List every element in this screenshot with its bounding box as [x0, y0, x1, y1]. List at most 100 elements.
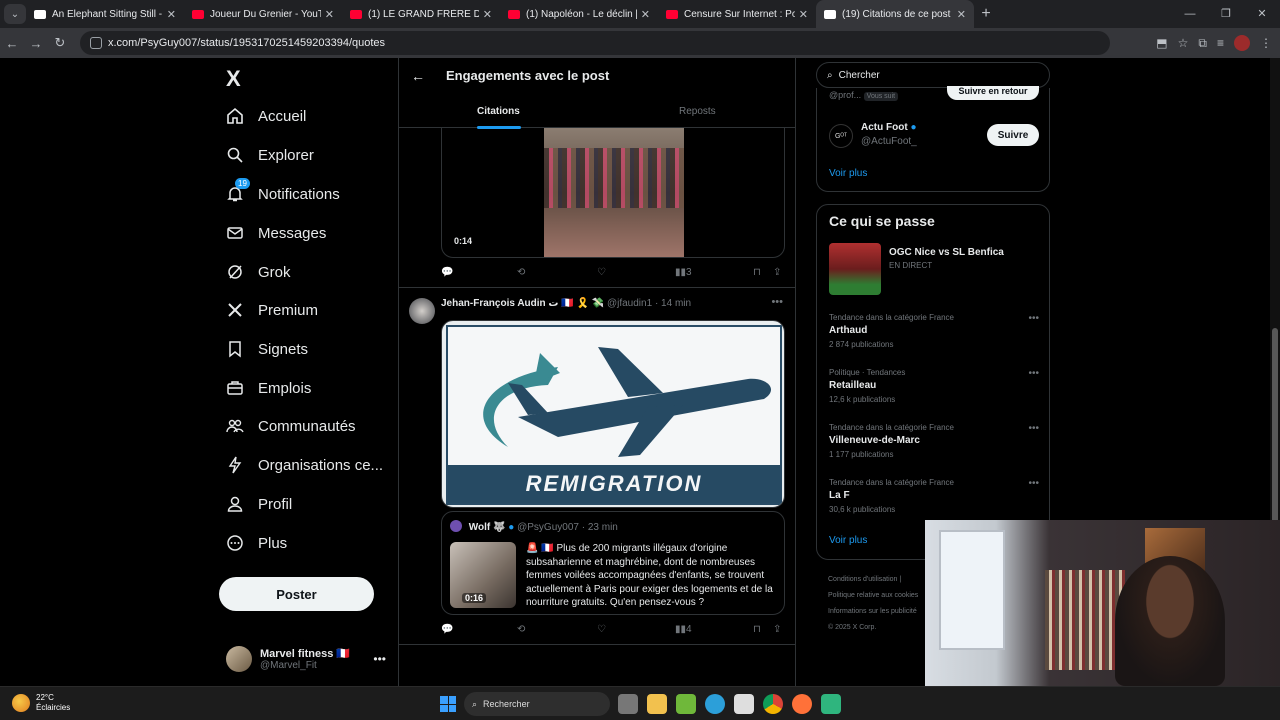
start-button[interactable] — [440, 696, 456, 712]
tweet2-image[interactable]: REMIGRATION — [441, 320, 785, 508]
post-button[interactable]: Poster — [219, 577, 374, 611]
footer-link[interactable]: Conditions d'utilisation | — [828, 572, 918, 588]
x-logo[interactable]: X — [226, 66, 241, 92]
site-info-icon[interactable] — [90, 37, 102, 49]
follow-button[interactable]: Suivre — [987, 124, 1039, 146]
profile-avatar[interactable] — [1234, 35, 1250, 51]
tweet1-video[interactable]: 0:14 — [441, 128, 785, 258]
back-icon[interactable]: ← — [0, 36, 24, 51]
nav-item-communities[interactable]: Communautés — [226, 411, 356, 441]
nav-item-grok[interactable]: Grok — [226, 257, 291, 287]
browser-tab[interactable]: Censure Sur Internet : Pourquo ✕ — [658, 0, 816, 28]
trend-more-icon[interactable]: ••• — [1028, 313, 1039, 324]
extensions-icon[interactable]: ⧉ — [1198, 36, 1207, 51]
nvidia-icon[interactable] — [676, 694, 696, 714]
tab-search-button[interactable]: ⌄ — [4, 4, 26, 24]
bookmark-icon[interactable]: ⊓ — [753, 624, 761, 635]
reply-icon[interactable]: 💬 — [441, 267, 453, 278]
quoted-post[interactable]: Wolf 🐺 ● @PsyGuy007 · 23 min 0:16 🚨 🇫🇷 P… — [441, 511, 785, 615]
minimize-icon[interactable]: — — [1172, 0, 1208, 28]
show-more-link[interactable]: Voir plus — [829, 168, 867, 179]
follow-back-button[interactable]: Suivre en retour — [947, 86, 1039, 100]
browser-tab-active[interactable]: (19) Citations de ce post / X ✕ — [816, 0, 974, 28]
taskbar-search[interactable]: ⌕ Rechercher — [464, 692, 610, 716]
browser-tab[interactable]: An Elephant Sitting Still - Film (✕ — [26, 0, 184, 28]
show-more-trends[interactable]: Voir plus — [829, 535, 867, 546]
nav-item-premium[interactable]: Premium — [226, 295, 318, 325]
nav-item-explore[interactable]: Explorer — [226, 140, 314, 170]
share-icon[interactable]: ⇪ — [773, 267, 781, 278]
tab-close-icon[interactable]: ✕ — [325, 8, 334, 21]
nav-item-messages[interactable]: Messages — [226, 218, 326, 248]
tab-close-icon[interactable]: ✕ — [641, 8, 650, 21]
browser-tab[interactable]: (1) Napoléon - Le déclin [Partie ✕ — [500, 0, 658, 28]
tab-close-icon[interactable]: ✕ — [957, 8, 966, 21]
author-name[interactable]: Jehan-François Audin ت 🇫🇷 🎗️ 💸 — [441, 298, 604, 309]
tab-close-icon[interactable]: ✕ — [167, 8, 176, 21]
tab-citations[interactable]: Citations — [477, 106, 520, 117]
star-icon[interactable]: ☆ — [1178, 36, 1189, 50]
tab-close-icon[interactable]: ✕ — [799, 8, 808, 21]
footer-link[interactable]: Politique relative aux cookies — [828, 588, 918, 604]
store-icon[interactable] — [734, 694, 754, 714]
search-input[interactable]: ⌕ Chercher — [816, 62, 1050, 88]
file-explorer-icon[interactable] — [647, 694, 667, 714]
retweet-icon[interactable]: ⟲ — [517, 624, 525, 635]
task-view-icon[interactable] — [618, 694, 638, 714]
reload-icon[interactable]: ↻ — [48, 35, 72, 51]
live-event-title[interactable]: OGC Nice vs SL Benfica — [889, 247, 1004, 258]
forward-icon[interactable]: → — [24, 36, 48, 51]
like-icon[interactable]: ♡ — [597, 267, 606, 278]
suggestion-name[interactable]: Actu Foot ● — [861, 122, 916, 133]
url-bar[interactable]: x.com/PsyGuy007/status/19531702514592033… — [80, 31, 1110, 55]
close-window-icon[interactable]: ✕ — [1244, 0, 1280, 28]
trend-more-icon[interactable]: ••• — [1028, 368, 1039, 379]
account-switcher[interactable]: Marvel fitness 🇫🇷 @Marvel_Fit ••• — [226, 644, 386, 674]
browser-tab[interactable]: Joueur Du Grenier - YouTube ✕ — [184, 0, 342, 28]
author-avatar[interactable] — [409, 298, 435, 324]
views-icon[interactable]: ▮▮ 3 — [675, 267, 692, 278]
trend-more-icon[interactable]: ••• — [1028, 478, 1039, 489]
avatar — [226, 646, 252, 672]
nav-item-jobs[interactable]: Emplois — [226, 373, 311, 403]
trend-item[interactable]: Tendance dans la catégorie France La F 3… — [829, 478, 1039, 514]
trend-item[interactable]: Tendance dans la catégorie France Arthau… — [829, 313, 1039, 349]
quote-video-thumbnail[interactable]: 0:16 — [450, 542, 516, 608]
media-icon[interactable]: ≡ — [1217, 36, 1224, 50]
author-handle[interactable]: @jfaudin1 — [607, 298, 652, 309]
firefox-icon[interactable] — [792, 694, 812, 714]
nav-item-organizations[interactable]: Organisations ce... — [226, 450, 383, 480]
live-event-image[interactable] — [829, 243, 881, 295]
trend-more-icon[interactable]: ••• — [1028, 423, 1039, 434]
actufoot-avatar[interactable]: Gᴼᵀ — [829, 124, 853, 148]
app-icon[interactable] — [821, 694, 841, 714]
nav-item-home[interactable]: Accueil — [226, 101, 306, 131]
browser-tab[interactable]: (1) LE GRAND FRÈRE DE BAKI D ✕ — [342, 0, 500, 28]
more-options-icon[interactable]: ••• — [373, 652, 386, 666]
tab-close-icon[interactable]: ✕ — [483, 8, 492, 21]
like-icon[interactable]: ♡ — [597, 624, 606, 635]
weather-widget[interactable]: 22°C Éclaircies — [12, 693, 70, 713]
nav-item-profile[interactable]: Profil — [226, 489, 292, 519]
bookmark-icon[interactable]: ⊓ — [753, 267, 761, 278]
share-icon[interactable]: ⇪ — [773, 624, 781, 635]
back-arrow-icon[interactable]: ← — [411, 68, 425, 84]
retweet-icon[interactable]: ⟲ — [517, 267, 525, 278]
post-more-icon[interactable]: ••• — [771, 296, 783, 308]
chrome-icon[interactable] — [763, 694, 783, 714]
trend-item[interactable]: Tendance dans la catégorie France Villen… — [829, 423, 1039, 459]
nav-item-notifications[interactable]: 19 Notifications — [226, 178, 340, 209]
edge-icon[interactable] — [705, 694, 725, 714]
trend-item[interactable]: Politique · Tendances Retailleau 12,6 k … — [829, 368, 1039, 404]
restore-icon[interactable]: ❐ — [1208, 0, 1244, 28]
new-tab-button[interactable]: + — [974, 5, 998, 23]
tab-reposts[interactable]: Reposts — [679, 106, 716, 117]
menu-kebab-icon[interactable]: ⋮ — [1260, 36, 1272, 50]
footer-link[interactable]: Informations sur les publicité — [828, 604, 918, 620]
install-app-icon[interactable]: ⬒ — [1156, 36, 1167, 50]
post-time[interactable]: · 14 min — [655, 298, 691, 309]
nav-item-bookmarks[interactable]: Signets — [226, 334, 308, 364]
reply-icon[interactable]: 💬 — [441, 624, 453, 635]
views-icon[interactable]: ▮▮ 4 — [675, 624, 692, 635]
nav-item-more[interactable]: Plus — [226, 528, 287, 558]
